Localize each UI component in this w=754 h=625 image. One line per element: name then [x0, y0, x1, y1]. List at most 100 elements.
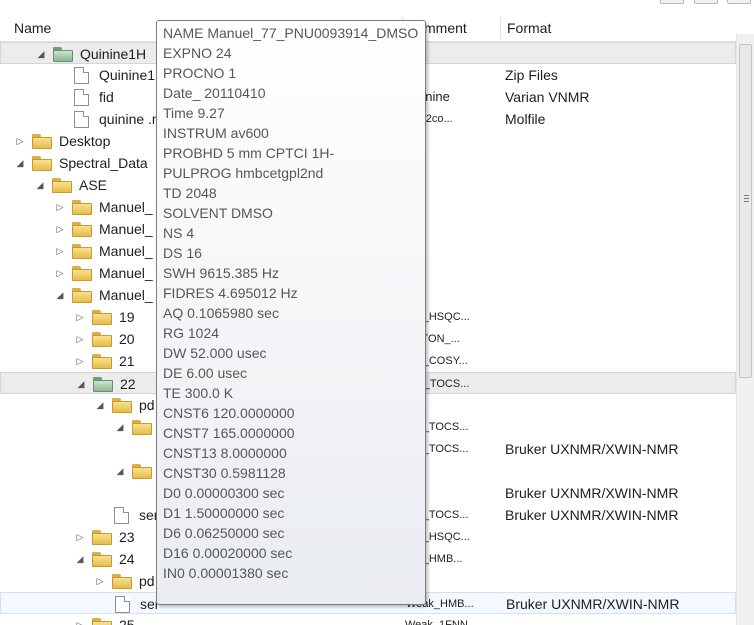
folder-icon — [52, 178, 72, 193]
tree-item-name: Manuel_ — [99, 287, 153, 303]
tooltip-line: INSTRUM av600 — [163, 125, 269, 141]
folder-icon — [92, 310, 112, 325]
tooltip-line: PROBHD 5 mm CPTCI 1H- — [163, 145, 335, 161]
expand-arrow-icon[interactable]: ▷ — [74, 350, 86, 372]
tree-item-format: Varian VNMR — [505, 89, 590, 105]
tree-item-name: Manuel_ — [99, 221, 153, 237]
minimize-button[interactable] — [660, 0, 684, 4]
tree-item-name: Desktop — [59, 133, 111, 149]
tree-row[interactable]: ▷ 25 Weak_1FNN — [0, 614, 736, 625]
tooltip-line: PROCNO 1 — [163, 65, 237, 81]
tooltip-line: AQ 0.1065980 sec — [163, 305, 279, 321]
tooltip-line: D0 0.00000300 sec — [163, 485, 285, 501]
tree-item-format: Bruker UXNMR/XWIN-NMR — [505, 441, 679, 457]
tree-item-comment: Weak_1FNN — [405, 619, 468, 625]
nmr-folder-icon — [93, 377, 113, 392]
expand-arrow-icon[interactable]: ▷ — [94, 570, 106, 592]
folder-icon — [92, 354, 112, 369]
nmr-folder-icon — [53, 47, 73, 62]
tooltip-line: D1 1.50000000 sec — [163, 505, 285, 521]
tree-item-name: 20 — [119, 331, 135, 347]
tree-item-name: 22 — [120, 376, 136, 392]
folder-icon — [132, 464, 152, 479]
folder-icon — [112, 398, 132, 413]
tooltip-line: Time 9.27 — [163, 105, 225, 121]
tree-item-name: 23 — [119, 529, 135, 545]
tree-item-name: Manuel_ — [99, 265, 153, 281]
tooltip-line: NS 4 — [163, 225, 195, 241]
close-button[interactable] — [727, 0, 751, 4]
tree-item-name: Spectral_Data — [59, 155, 148, 171]
collapse-arrow-icon[interactable]: ◢ — [114, 416, 126, 438]
collapse-arrow-icon[interactable]: ◢ — [74, 548, 86, 570]
tree-item-name: Manuel_ — [99, 199, 153, 215]
tooltip-line: NAME Manuel_77_PNU0093914_DMSO — [163, 25, 419, 41]
folder-icon — [72, 222, 92, 237]
file-icon — [74, 67, 89, 84]
tooltip-line: D16 0.00020000 sec — [163, 545, 293, 561]
tree-item-name: pd — [139, 397, 155, 413]
folder-icon — [72, 200, 92, 215]
tooltip-line: IN0 0.00001380 sec — [163, 565, 289, 581]
tooltip-line: DW 52.000 usec — [163, 345, 267, 361]
maximize-button[interactable] — [694, 0, 718, 4]
expand-arrow-icon[interactable]: ▷ — [54, 218, 66, 240]
expand-arrow-icon[interactable]: ▷ — [74, 306, 86, 328]
tooltip-line: EXPNO 24 — [163, 45, 232, 61]
expand-arrow-icon[interactable]: ▷ — [74, 614, 86, 625]
folder-icon — [92, 618, 112, 625]
tooltip-line: CNST7 165.0000000 — [163, 425, 295, 441]
tooltip-line: SWH 9615.385 Hz — [163, 265, 279, 281]
tree-item-name: fid — [99, 89, 114, 105]
file-icon — [74, 89, 89, 106]
grip-line — [744, 201, 749, 202]
tree-item-format: Bruker UXNMR/XWIN-NMR — [505, 507, 679, 523]
grip-line — [744, 195, 749, 196]
file-icon — [115, 596, 130, 613]
tooltip-line: PULPROG hmbcetgpl2nd — [163, 165, 324, 181]
tooltip-line: TD 2048 — [163, 185, 217, 201]
file-icon — [74, 111, 89, 128]
column-name-header[interactable]: Name — [8, 14, 51, 42]
scrollbar-thumb[interactable] — [739, 44, 752, 378]
tooltip-line: SOLVENT DMSO — [163, 205, 273, 221]
column-format-header[interactable]: Format — [501, 14, 551, 42]
folder-icon — [72, 288, 92, 303]
window-top-edge — [0, 0, 754, 14]
expand-arrow-icon[interactable]: ▷ — [54, 240, 66, 262]
collapse-arrow-icon[interactable]: ◢ — [75, 373, 87, 395]
tooltip-line: Date_ 20110410 — [163, 85, 266, 101]
expand-arrow-icon[interactable]: ▷ — [74, 328, 86, 350]
expand-arrow-icon[interactable]: ▷ — [14, 130, 26, 152]
expand-arrow-icon[interactable]: ▷ — [54, 262, 66, 284]
collapse-arrow-icon[interactable]: ◢ — [94, 394, 106, 416]
folder-icon — [72, 266, 92, 281]
tree-item-name: Quinine1H — [80, 46, 147, 62]
collapse-arrow-icon[interactable]: ◢ — [34, 174, 46, 196]
tooltip-line: FIDRES 4.695012 Hz — [163, 285, 298, 301]
tree-item-name: pd — [139, 573, 155, 589]
tooltip-line: CNST6 120.0000000 — [163, 405, 295, 421]
tooltip-line: DS 16 — [163, 245, 202, 261]
folder-icon — [32, 156, 52, 171]
folder-icon — [92, 530, 112, 545]
collapse-arrow-icon[interactable]: ◢ — [54, 284, 66, 306]
folder-icon — [92, 332, 112, 347]
folder-icon — [132, 420, 152, 435]
expand-arrow-icon[interactable]: ▷ — [54, 196, 66, 218]
expand-arrow-icon[interactable]: ▷ — [74, 526, 86, 548]
tooltip-line: D6 0.06250000 sec — [163, 525, 285, 541]
file-icon — [114, 507, 129, 524]
collapse-arrow-icon[interactable]: ◢ — [35, 43, 47, 65]
grip-line — [744, 198, 749, 199]
folder-icon — [112, 574, 132, 589]
tooltip-line: DE 6.00 usec — [163, 365, 248, 381]
tree-item-name: ASE — [79, 177, 108, 193]
tooltip-line: CNST30 0.5981128 — [163, 465, 286, 481]
collapse-arrow-icon[interactable]: ◢ — [114, 460, 126, 482]
tree-item-name: 19 — [119, 309, 135, 325]
vertical-scrollbar[interactable] — [736, 34, 754, 625]
collapse-arrow-icon[interactable]: ◢ — [14, 152, 26, 174]
tree-item-format: Bruker UXNMR/XWIN-NMR — [505, 485, 679, 501]
tree-item-name: Manuel_ — [99, 243, 153, 259]
